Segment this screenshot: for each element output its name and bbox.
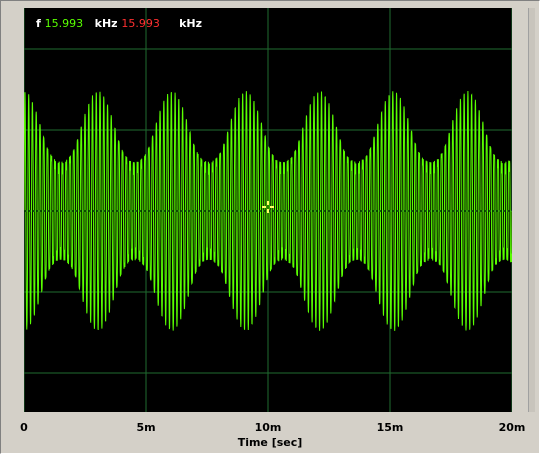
frequency-value-1: 15.993 <box>44 17 84 30</box>
plot-area[interactable]: f 15.993 kHz 15.993 kHz <box>24 8 512 412</box>
x-tick-label: 0 <box>20 421 28 434</box>
x-tick-label: 20m <box>498 421 526 434</box>
frequency-unit-1: kHz <box>94 17 118 30</box>
frequency-readout: f 15.993 kHz 15.993 kHz <box>36 17 202 30</box>
frequency-unit-2: kHz <box>179 17 203 30</box>
x-tick-label: 5m <box>136 421 156 434</box>
waveform-plot <box>24 8 512 412</box>
x-tick-label: 10m <box>254 421 282 434</box>
x-axis-title: Time [sec] <box>237 436 303 449</box>
frequency-value-2: 15.993 <box>121 17 160 30</box>
frequency-prefix: f <box>36 17 41 30</box>
vertical-scrollbar[interactable] <box>528 8 535 412</box>
x-tick-label: 15m <box>376 421 404 434</box>
